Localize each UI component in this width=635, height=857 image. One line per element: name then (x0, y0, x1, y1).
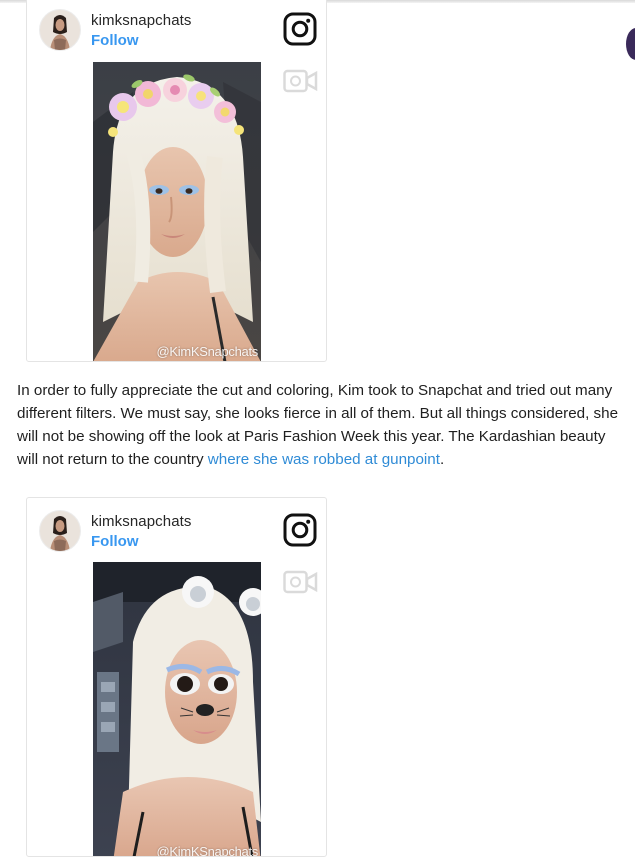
instagram-icon[interactable] (283, 513, 317, 547)
username[interactable]: kimksnapchats (91, 12, 192, 29)
side-avatar-edge[interactable] (626, 28, 635, 60)
robbed-article-link[interactable]: where she was robbed at gunpoint (208, 451, 440, 468)
video-camera-icon (283, 69, 318, 93)
article-paragraph: In order to fully appreciate the cut and… (17, 379, 629, 471)
avatar[interactable] (39, 9, 81, 51)
instagram-embed-1[interactable]: kimksnapchats Follow @KimKSnapchats (26, 0, 327, 362)
post-photo[interactable]: @KimKSnapchats (93, 62, 261, 361)
photo-watermark: @KimKSnapchats (156, 344, 259, 359)
follow-button[interactable]: Follow (91, 32, 139, 49)
avatar[interactable] (39, 510, 81, 552)
paragraph-end: . (439, 451, 445, 468)
instagram-icon[interactable] (283, 12, 317, 46)
username[interactable]: kimksnapchats (91, 513, 192, 530)
follow-button[interactable]: Follow (91, 533, 139, 550)
instagram-embed-2[interactable]: kimksnapchats Follow @KimKSnapchats (26, 497, 327, 857)
video-camera-icon (283, 570, 318, 594)
post-photo[interactable]: @KimKSnapchats (93, 562, 261, 856)
